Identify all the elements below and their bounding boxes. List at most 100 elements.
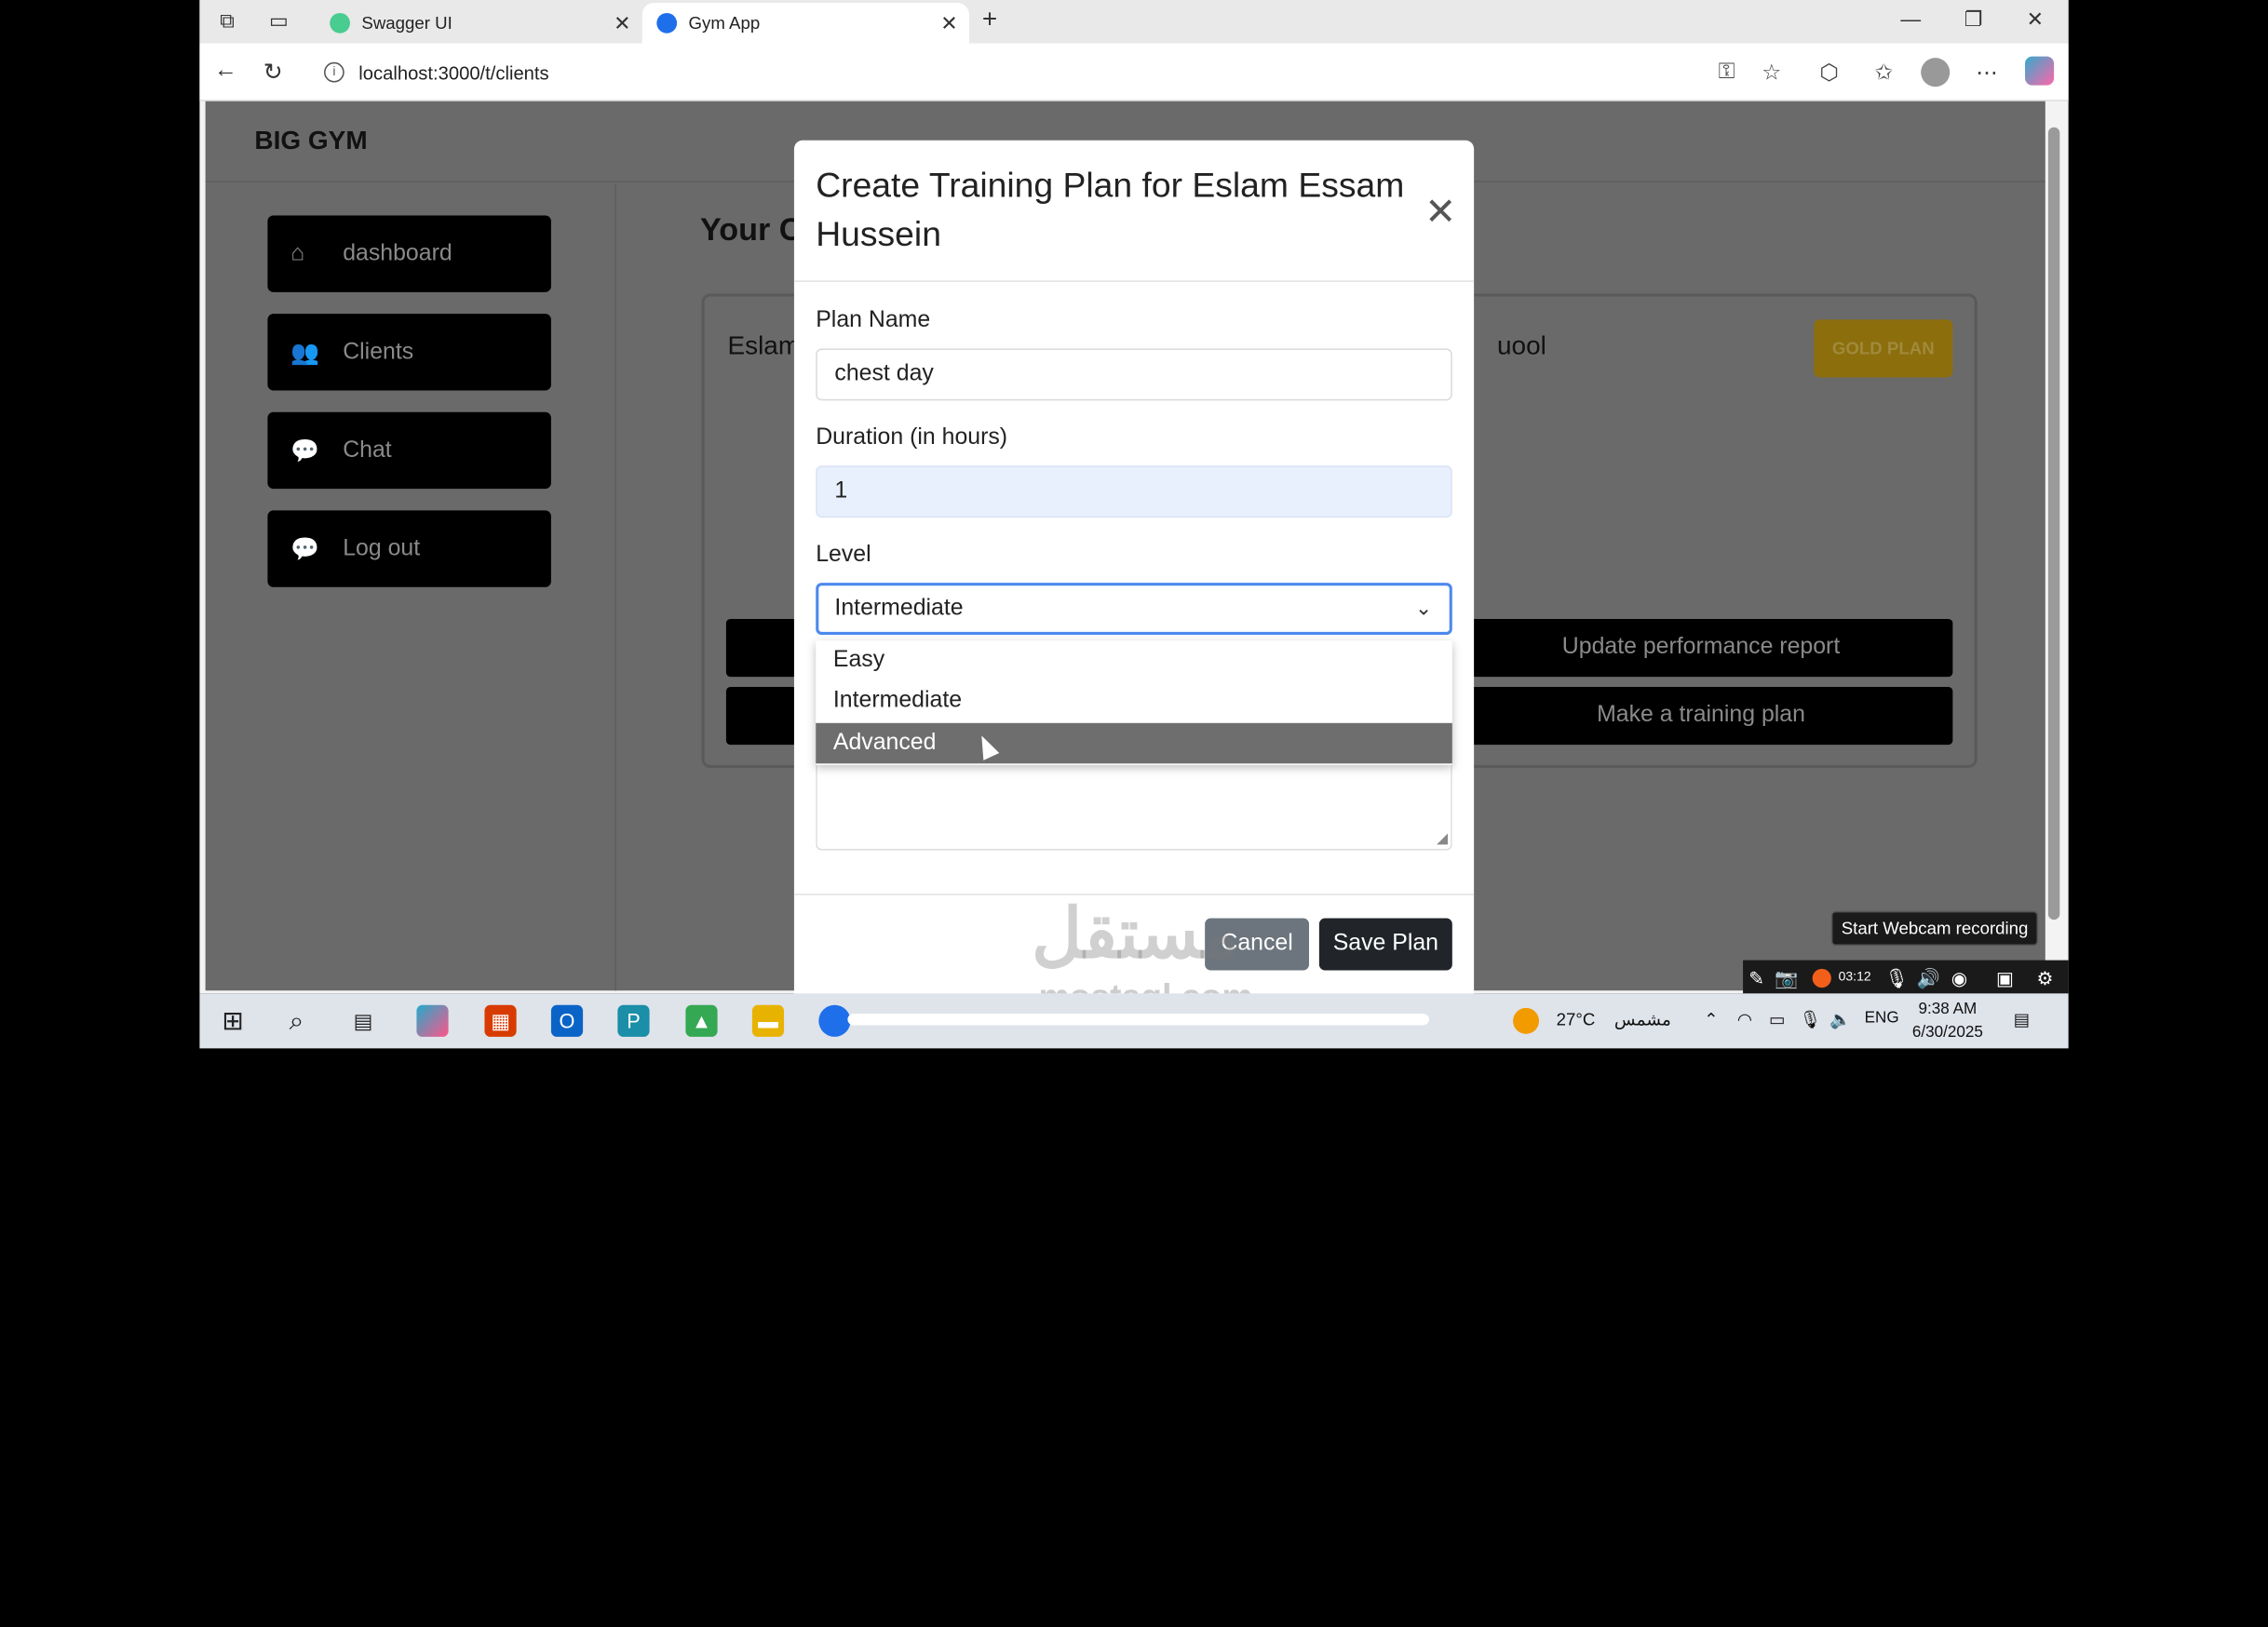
weather-sun-icon [1513,1007,1540,1034]
close-icon[interactable]: ✕ [1424,193,1456,230]
update-performance-button[interactable]: Update performance report [1449,618,1953,678]
tab-actions-icon[interactable]: ▭ [269,8,289,33]
task-view-icon[interactable]: ▤ [347,1005,379,1037]
minimize-icon[interactable]: — [1900,7,1921,31]
sidebar-item-logout[interactable]: 💬 Log out [267,510,551,587]
copilot-icon[interactable] [2025,56,2055,86]
wifi-icon[interactable]: ◠ [1737,1009,1752,1029]
level-option-intermediate[interactable]: Intermediate [816,681,1452,722]
recorder-toolbar: ✎ 📷 03:12 🎙 🔊 ◉ ▣ ⚙ [1743,960,2069,997]
cancel-button[interactable]: Cancel [1205,918,1310,971]
profile-avatar-icon[interactable] [1921,58,1951,87]
tray-chevron-icon[interactable]: ⌃ [1704,1009,1719,1029]
tab-gym-app[interactable]: Gym App ✕ [641,3,969,44]
favorite-star-icon[interactable]: ☆ [1762,60,1781,85]
address-bar[interactable]: i localhost:3000/t/clients [309,51,1800,93]
copilot-app-icon[interactable] [416,1004,449,1037]
notes-textarea[interactable]: ◢ [816,761,1452,851]
level-label: Level [816,542,871,568]
refresh-icon[interactable]: ↻ [263,58,283,87]
clock[interactable]: 9:38 AM 6/30/2025 [1912,998,1983,1044]
sidebar-item-chat[interactable]: 💬 Chat [267,411,551,490]
notifications-icon[interactable]: ▤ [2014,1009,2031,1029]
sidebar-item-dashboard[interactable]: ⌂ dashboard [267,215,551,292]
record-icon[interactable] [1812,968,1831,988]
windows-taskbar: ⊞ ⌕ ▤ ▦ O P ▲ ▬ 27°C مشمس ⌃ ◠ ▭ 🎙 🔈 ENG … [199,993,2069,1049]
save-plan-button[interactable]: Save Plan [1318,918,1452,971]
edge-browser-icon[interactable] [818,1004,851,1037]
webcam-recording-tooltip: Start Webcam recording [1830,910,2039,947]
tab-swagger[interactable]: Swagger UI ✕ [316,3,642,44]
more-menu-icon[interactable]: ⋯ [1976,60,1997,85]
store-icon[interactable]: ▦ [484,1004,517,1037]
duration-input[interactable]: 1 [816,465,1452,518]
plan-name-input[interactable]: chest day [816,348,1452,401]
battery-icon[interactable]: ▭ [1769,1009,1786,1029]
create-plan-modal: Create Training Plan for Eslam Essam Hus… [793,140,1475,1008]
chat-icon: 💬 [290,537,320,562]
mic-icon[interactable]: 🎙 [1800,1009,1822,1029]
url-text: localhost:3000/t/clients [358,61,549,84]
close-window-icon[interactable]: ✕ [2027,7,2044,32]
react-favicon-icon [656,12,678,34]
page-scrollbar[interactable] [2047,127,2060,921]
pen-icon[interactable]: ✎ [1748,967,1764,990]
language-indicator[interactable]: ENG [1865,1009,1899,1027]
weather-temp[interactable]: 27°C [1557,1009,1596,1029]
volume-muted-icon[interactable]: 🔈 [1829,1009,1851,1029]
camera-icon[interactable]: 📷 [1775,967,1798,990]
clock-date: 6/30/2025 [1911,1023,1983,1042]
restore-icon[interactable]: ❐ [1964,7,1983,32]
settings-gear-icon[interactable]: ⚙ [2036,967,2053,990]
brand-logo: BIG GYM [254,126,368,155]
tab-bar: ⧉ ▭ Swagger UI ✕ Gym App ✕ + — ❐ ✕ [199,0,2069,44]
tab-label: Swagger UI [361,12,452,34]
sidebar-divider [614,183,616,991]
make-training-plan-button[interactable]: Make a training plan [1449,686,1953,746]
speaker-icon[interactable]: 🔊 [1917,967,1940,990]
screens-icon[interactable]: ▣ [1996,967,2014,990]
sidebar-item-label: Chat [343,437,392,463]
level-option-easy[interactable]: Easy [816,640,1452,681]
close-tab-icon[interactable]: ✕ [940,11,957,35]
option-label: Advanced [832,730,937,755]
app-icon[interactable]: P [617,1004,650,1037]
favorites-icon[interactable]: ✩ [1874,60,1893,85]
chevron-down-icon: ⌄ [1414,596,1433,619]
sidebar-item-label: Log out [343,535,421,561]
sidebar-item-label: Clients [343,339,414,364]
microphone-icon[interactable]: 🎙 [1884,967,1909,990]
close-tab-icon[interactable]: ✕ [614,11,630,35]
windows-start-icon[interactable]: ⊞ [217,1005,249,1037]
resize-grip-icon[interactable]: ◢ [1437,831,1448,847]
search-icon[interactable]: ⌕ [280,1005,312,1037]
workspaces-icon[interactable]: ⧉ [220,8,235,33]
outlook-icon[interactable]: O [550,1004,584,1037]
duration-label: Duration (in hours) [816,424,1008,450]
users-icon: 👥 [290,340,320,366]
sidebar-item-clients[interactable]: 👥 Clients [267,314,551,391]
sidebar-item-label: dashboard [343,240,452,266]
modal-footer-divider [793,894,1475,895]
extensions-icon[interactable]: ⬡ [1819,60,1838,85]
clock-time: 9:38 AM [1918,1001,1978,1018]
chat-icon: 💬 [290,438,320,464]
google-drive-icon[interactable]: ▲ [685,1004,718,1037]
new-tab-icon[interactable]: + [982,5,997,35]
mouse-cursor-icon [973,732,1000,760]
address-bar-row: ← ↻ i localhost:3000/t/clients ⚿ ☆ ⬡ ✩ ⋯ [199,43,2069,101]
key-icon[interactable]: ⚿ [1719,60,1735,84]
level-selected-value: Intermediate [834,596,964,621]
site-info-icon[interactable]: i [324,61,344,83]
file-explorer-icon[interactable]: ▬ [751,1004,785,1037]
webcam-icon[interactable]: ◉ [1951,967,1968,990]
plan-name-label: Plan Name [816,307,931,333]
recording-timer: 03:12 [1838,968,1871,984]
level-option-advanced[interactable]: Advanced [816,722,1452,764]
back-icon[interactable]: ← [214,58,237,84]
media-progress-bar[interactable] [847,1014,1429,1026]
level-select[interactable]: Intermediate ⌄ [816,583,1452,636]
modal-header-divider [793,280,1475,282]
weather-desc[interactable]: مشمس [1614,1009,1671,1029]
page-title: Your C [699,210,803,248]
